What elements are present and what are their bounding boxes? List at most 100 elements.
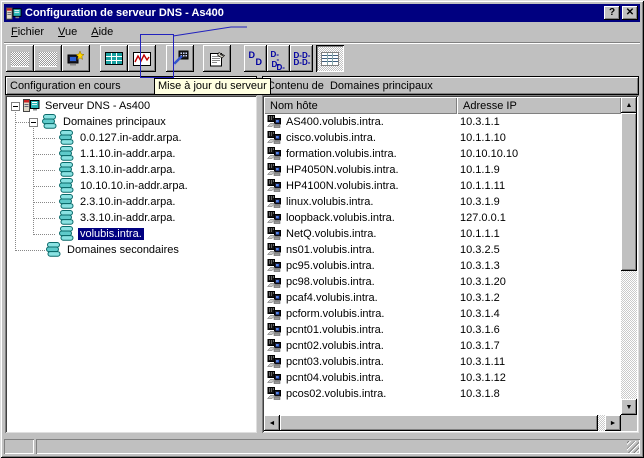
stack-icon <box>45 242 62 258</box>
tree-item-volubis-intra[interactable]: volubis.intra. <box>5 226 257 242</box>
properties-button[interactable] <box>203 45 231 72</box>
host-name[interactable]: pc98.volubis.intra. <box>286 276 460 288</box>
host-name[interactable]: AS400.volubis.intra. <box>286 116 460 128</box>
table-view-button[interactable] <box>100 45 128 72</box>
scroll-right-button[interactable]: ► <box>605 415 621 431</box>
vertical-scroll-track[interactable] <box>621 271 637 399</box>
tree-item-domaines-secondaires[interactable]: Domaines secondaires <box>5 242 257 258</box>
host-row[interactable]: HP4100N.volubis.intra.10.1.1.11 <box>264 178 621 194</box>
tree-item-label[interactable]: 2.3.10.in-addr.arpa. <box>78 196 177 208</box>
stack-icon <box>58 178 75 194</box>
host-row[interactable]: pc95.volubis.intra.10.3.1.3 <box>264 258 621 274</box>
tree-item-domaines-principaux[interactable]: Domaines principaux <box>5 114 257 130</box>
menu-vue[interactable]: Vue <box>51 24 84 41</box>
host-name[interactable]: NetQ.volubis.intra. <box>286 228 460 240</box>
host-row[interactable]: ns01.volubis.intra.10.3.2.5 <box>264 242 621 258</box>
chart-view-button[interactable] <box>128 45 156 72</box>
host-name[interactable]: HP4050N.volubis.intra. <box>286 164 460 176</box>
tree-item-label[interactable]: 10.10.10.in-addr.arpa. <box>78 180 190 192</box>
host-row[interactable]: pcnt01.volubis.intra.10.3.1.6 <box>264 322 621 338</box>
host-name[interactable]: ns01.volubis.intra. <box>286 244 460 256</box>
host-row[interactable]: pcos02.volubis.intra.10.3.1.8 <box>264 386 621 402</box>
host-icon <box>267 387 284 401</box>
host-row[interactable]: pcaf4.volubis.intra.10.3.1.2 <box>264 290 621 306</box>
host-icon <box>267 227 284 241</box>
scroll-up-button[interactable]: ▲ <box>621 97 637 113</box>
host-name[interactable]: pcform.volubis.intra. <box>286 308 460 320</box>
column-header-nom-hote[interactable]: Nom hôte <box>264 97 457 114</box>
host-icon <box>267 211 284 225</box>
host-name[interactable]: pcnt04.volubis.intra. <box>286 372 460 384</box>
host-row[interactable]: NetQ.volubis.intra.10.1.1.1 <box>264 226 621 242</box>
tree-item-label[interactable]: Serveur DNS - As400 <box>43 100 152 112</box>
tree-item-1-3-10-in-addr-arpa[interactable]: 1.3.10.in-addr.arpa. <box>5 162 257 178</box>
host-name[interactable]: pcaf4.volubis.intra. <box>286 292 460 304</box>
host-row[interactable]: cisco.volubis.intra.10.1.1.10 <box>264 130 621 146</box>
host-name[interactable]: formation.volubis.intra. <box>286 148 460 160</box>
horizontal-scroll-track[interactable] <box>598 415 605 431</box>
tree-item-2-3-10-in-addr-arpa[interactable]: 2.3.10.in-addr.arpa. <box>5 194 257 210</box>
host-row[interactable]: pcnt02.volubis.intra.10.3.1.7 <box>264 338 621 354</box>
horizontal-scrollbar[interactable]: ◄ ► <box>264 415 621 431</box>
host-ip: 10.3.1.7 <box>460 340 500 352</box>
tree-item-label[interactable]: Domaines secondaires <box>65 244 181 256</box>
close-button[interactable]: ✕ <box>622 6 638 20</box>
host-name[interactable]: pc95.volubis.intra. <box>286 260 460 272</box>
host-icon <box>267 355 284 369</box>
tree-item-label[interactable]: 3.3.10.in-addr.arpa. <box>78 212 177 224</box>
toolbar-disabled-2-button <box>34 45 62 72</box>
small-icons-view-button[interactable]: D--D-D- <box>267 45 290 72</box>
tree-item-3-3-10-in-addr-arpa[interactable]: 3.3.10.in-addr.arpa. <box>5 210 257 226</box>
host-name[interactable]: linux.volubis.intra. <box>286 196 460 208</box>
details-view-button[interactable] <box>316 45 344 72</box>
host-row[interactable]: HP4050N.volubis.intra.10.1.1.9 <box>264 162 621 178</box>
new-server-button[interactable] <box>62 45 90 72</box>
tree-item-label[interactable]: Domaines principaux <box>61 116 168 128</box>
vertical-scrollbar[interactable]: ▲ ▼ <box>621 97 637 415</box>
large-icons-view-button[interactable]: DD <box>244 45 267 72</box>
tree-item-label[interactable]: 1.1.10.in-addr.arpa. <box>78 148 177 160</box>
host-name[interactable]: pcnt01.volubis.intra. <box>286 324 460 336</box>
menu-aide[interactable]: Aide <box>84 24 120 41</box>
tree-item-label[interactable]: volubis.intra. <box>78 228 144 240</box>
tree-item-label[interactable]: 1.3.10.in-addr.arpa. <box>78 164 177 176</box>
help-button[interactable]: ? <box>604 6 620 20</box>
toolbar-disabled-1-button <box>6 45 34 72</box>
tree-connector <box>33 170 55 171</box>
tree-item-label[interactable]: 0.0.127.in-addr.arpa. <box>78 132 184 144</box>
host-name[interactable]: pcnt03.volubis.intra. <box>286 356 460 368</box>
host-ip: 10.3.1.2 <box>460 292 500 304</box>
host-name[interactable]: HP4100N.volubis.intra. <box>286 180 460 192</box>
horizontal-scroll-thumb[interactable] <box>280 415 598 431</box>
host-row[interactable]: formation.volubis.intra.10.10.10.10 <box>264 146 621 162</box>
menu-fichier[interactable]: Fichier <box>4 24 51 41</box>
tree-item-1-1-10-in-addr-arpa[interactable]: 1.1.10.in-addr.arpa. <box>5 146 257 162</box>
update-server-button[interactable] <box>166 45 194 72</box>
expand-collapse-toggle[interactable] <box>29 118 38 127</box>
host-icon <box>267 371 284 385</box>
tree-item-10-10-10-in-addr-arpa[interactable]: 10.10.10.in-addr.arpa. <box>5 178 257 194</box>
host-row[interactable]: pcnt04.volubis.intra.10.3.1.12 <box>264 370 621 386</box>
tree-item-0-0-127-in-addr-arpa[interactable]: 0.0.127.in-addr.arpa. <box>5 130 257 146</box>
host-row[interactable]: linux.volubis.intra.10.3.1.9 <box>264 194 621 210</box>
host-row[interactable]: pc98.volubis.intra.10.3.1.20 <box>264 274 621 290</box>
tree-connector <box>15 122 29 123</box>
tree-item-serveur-dns-as400[interactable]: Serveur DNS - As400 <box>5 98 257 114</box>
stack-icon <box>58 194 75 210</box>
scroll-down-button[interactable]: ▼ <box>621 399 637 415</box>
host-row[interactable]: AS400.volubis.intra.10.3.1.1 <box>264 114 621 130</box>
host-row[interactable]: loopback.volubis.intra.127.0.0.1 <box>264 210 621 226</box>
column-header-adresse-ip[interactable]: Adresse IP <box>457 97 621 114</box>
host-row[interactable]: pcnt03.volubis.intra.10.3.1.11 <box>264 354 621 370</box>
host-icon <box>267 163 284 177</box>
vertical-scroll-thumb[interactable] <box>621 113 637 271</box>
host-name[interactable]: cisco.volubis.intra. <box>286 132 460 144</box>
host-row[interactable]: pcform.volubis.intra.10.3.1.4 <box>264 306 621 322</box>
expand-collapse-toggle[interactable] <box>11 102 20 111</box>
host-name[interactable]: pcnt02.volubis.intra. <box>286 340 460 352</box>
host-name[interactable]: loopback.volubis.intra. <box>286 212 460 224</box>
scroll-left-button[interactable]: ◄ <box>264 415 280 431</box>
resize-grip[interactable] <box>627 441 639 453</box>
list-view-button[interactable]: D-D-D-D- <box>290 45 313 72</box>
host-name[interactable]: pcos02.volubis.intra. <box>286 388 460 400</box>
